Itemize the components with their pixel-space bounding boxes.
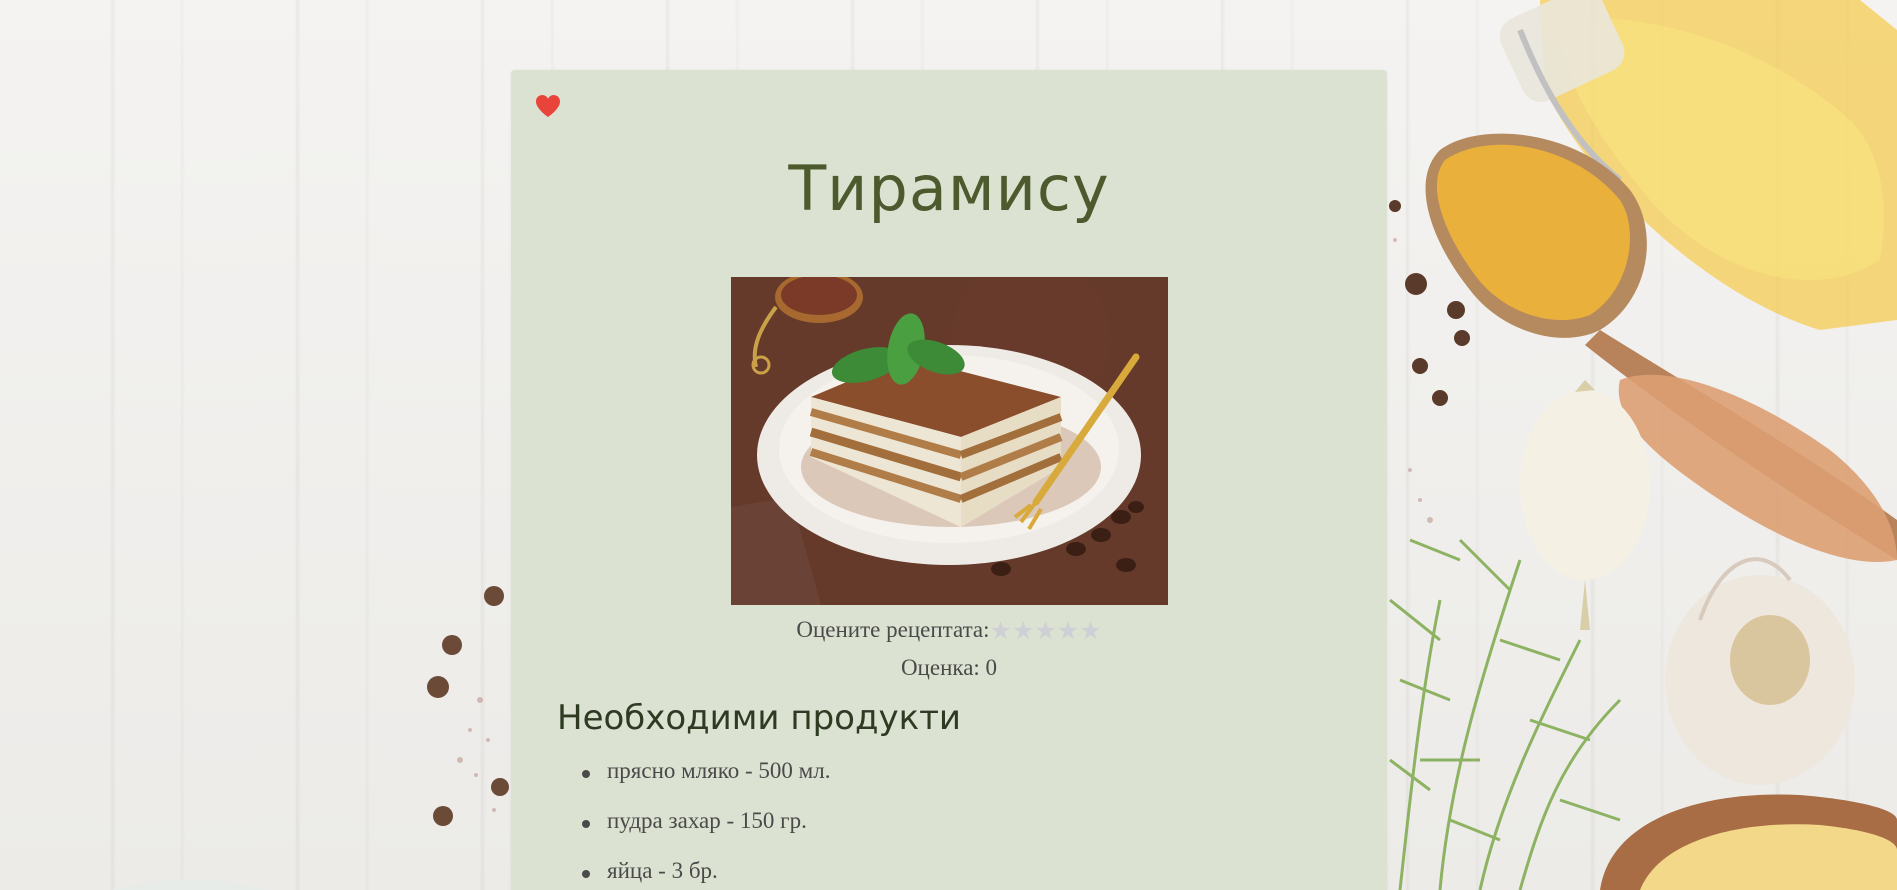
recipe-title: Тирамису (788, 152, 1110, 225)
ingredient-text: прясно мляко - 500 мл. (607, 758, 831, 783)
star-icon[interactable]: ★ (1079, 618, 1101, 643)
star-rating: ★★★★★ (990, 618, 1102, 645)
star-icon[interactable]: ★ (1012, 618, 1034, 643)
score-label: Оценка: 0 (900, 655, 998, 680)
ingredient-text: яйца - 3 бр. (607, 858, 718, 883)
rate-label: Оцените рецептата: (796, 617, 990, 642)
ingredients-heading: Необходими продукти (557, 698, 962, 738)
list-item: пудра захар - 150 гр. (581, 808, 830, 858)
list-item: яйца - 3 бр. (581, 858, 830, 890)
star-icon[interactable]: ★ (990, 618, 1012, 643)
rating-row: Оцените рецептата:★★★★★ (511, 617, 1387, 645)
ingredients-list: прясно мляко - 500 мл. пудра захар - 150… (581, 758, 831, 890)
score-row: Оценка: 0 (511, 655, 1387, 681)
star-icon[interactable]: ★ (1034, 618, 1056, 643)
ingredient-text: пудра захар - 150 гр. (607, 808, 807, 833)
list-item: прясно мляко - 500 мл. (581, 758, 831, 808)
favorite-button[interactable] (535, 94, 561, 118)
heart-icon (536, 95, 560, 117)
recipe-photo (731, 277, 1168, 605)
star-icon[interactable]: ★ (1057, 618, 1079, 643)
